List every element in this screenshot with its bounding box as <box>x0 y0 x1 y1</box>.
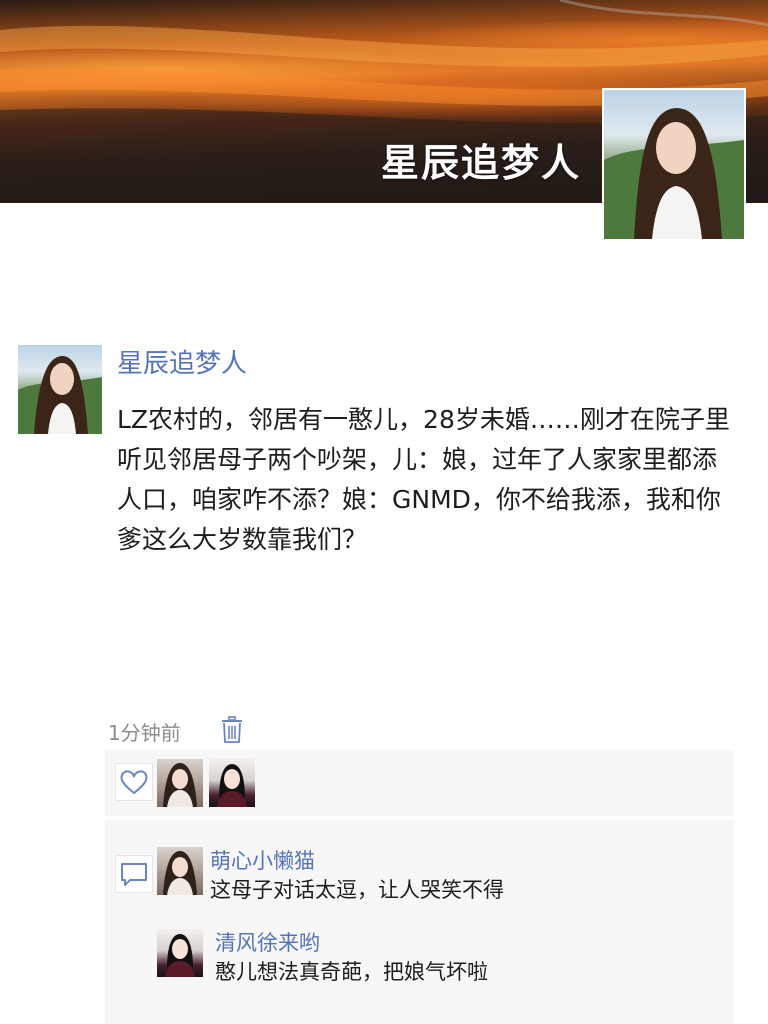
liker-avatar-2[interactable] <box>209 759 255 807</box>
woman-portrait-avatar-icon <box>18 356 102 434</box>
woman-avatar-2-icon <box>217 764 247 807</box>
post-content: LZ农村的，邻居有一憨儿，28岁未婚……刚才在院子里听见邻居母子两个吵架，儿：娘… <box>117 405 730 554</box>
comment-author[interactable]: 清风徐来哟 <box>215 927 320 957</box>
post-timestamp: 1分钟前 <box>108 721 181 745</box>
comment-author[interactable]: 萌心小懒猫 <box>210 845 315 875</box>
profile-avatar[interactable] <box>602 88 746 241</box>
woman-portrait-avatar-icon <box>604 108 744 239</box>
heart-icon[interactable] <box>115 763 153 801</box>
woman-avatar-2-icon <box>165 934 195 977</box>
cover-username: 星辰追梦人 <box>380 141 581 185</box>
commenter-avatar-2[interactable] <box>157 929 203 977</box>
liker-avatar-1[interactable] <box>157 759 203 807</box>
likes-panel <box>105 750 734 816</box>
woman-avatar-1-icon <box>163 851 197 895</box>
comment-text: 这母子对话太逗，让人哭笑不得 <box>210 878 504 902</box>
comments-panel: 萌心小懒猫 这母子对话太逗，让人哭笑不得 清风徐来哟 憨儿想法真奇葩，把娘气坏啦 <box>105 820 734 1024</box>
trash-icon[interactable] <box>221 716 243 744</box>
comment-text: 憨儿想法真奇葩，把娘气坏啦 <box>215 960 488 984</box>
commenter-avatar-1[interactable] <box>157 847 203 895</box>
comment-icon[interactable] <box>115 855 153 893</box>
moments-page: 星辰追梦人 星辰追梦人 LZ农村的，邻居有一憨儿，28岁未婚……刚才在院子里听见… <box>0 0 768 1024</box>
post-author-avatar[interactable] <box>18 345 102 434</box>
woman-avatar-1-icon <box>163 763 197 807</box>
post-author-name[interactable]: 星辰追梦人 <box>117 343 247 380</box>
